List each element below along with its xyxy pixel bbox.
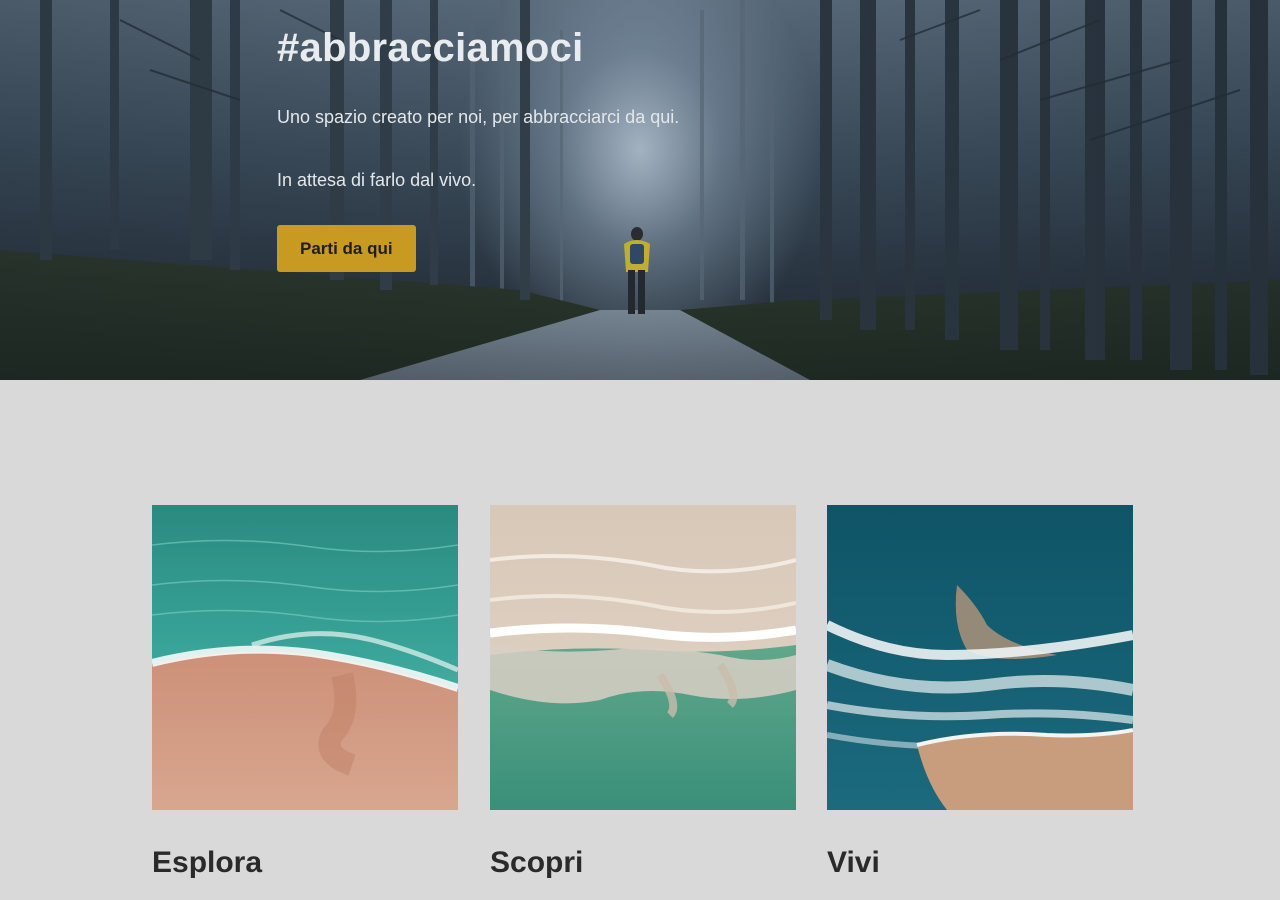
card-title[interactable]: Scopri (490, 846, 796, 880)
card-esplora[interactable]: Esplora (152, 505, 458, 880)
start-here-button[interactable]: Parti da qui (277, 225, 416, 272)
card-title[interactable]: Vivi (827, 846, 1133, 880)
beach-aerial-image[interactable] (152, 505, 458, 810)
hero-content: #abbracciamoci Uno spazio creato per noi… (277, 24, 797, 272)
shore-aerial-image[interactable] (490, 505, 796, 810)
card-vivi[interactable]: Vivi (827, 505, 1133, 880)
hero-subtitle: Uno spazio creato per noi, per abbraccia… (277, 107, 680, 127)
card-scopri[interactable]: Scopri (490, 505, 796, 880)
hero-tagline: In attesa di farlo dal vivo. (277, 170, 477, 190)
hero-section: #abbracciamoci Uno spazio creato per noi… (0, 0, 1280, 380)
cards-section: Esplora Scopri Vivi (152, 505, 1133, 900)
card-title[interactable]: Esplora (152, 846, 458, 880)
hero-title: #abbracciamoci (277, 26, 584, 70)
ocean-aerial-image[interactable] (827, 505, 1133, 810)
